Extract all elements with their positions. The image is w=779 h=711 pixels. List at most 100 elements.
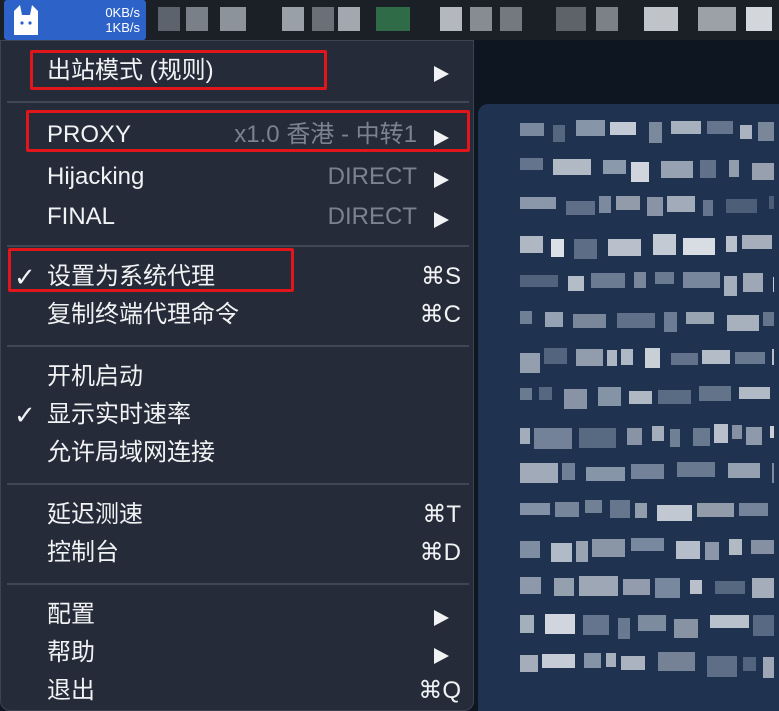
menu-item-quit[interactable]: 退出 ⌘Q: [1, 673, 475, 709]
status-icon[interactable]: [746, 7, 772, 31]
status-icon[interactable]: [282, 7, 304, 31]
submenu-arrow-icon: [434, 172, 449, 188]
checkmark-icon: ✓: [14, 400, 36, 430]
blurred-proxy-name: [603, 160, 626, 174]
highlight-box-outbound-mode: [30, 50, 327, 90]
status-icon[interactable]: [376, 7, 410, 31]
blurred-proxy-name: [645, 348, 660, 368]
blurred-proxy-name: [702, 350, 730, 364]
menu-item-show-speed[interactable]: ✓ 显示实时速率: [1, 397, 475, 433]
blurred-proxy-name: [574, 239, 597, 259]
status-icon[interactable]: [338, 7, 360, 31]
blurred-proxy-name: [769, 196, 774, 209]
status-icon[interactable]: [596, 7, 618, 31]
status-icon[interactable]: [644, 7, 678, 31]
download-speed: 1KB/s: [105, 20, 140, 35]
blurred-proxy-name: [631, 162, 649, 182]
menu-item-latency-test[interactable]: 延迟测速 ⌘T: [1, 497, 475, 533]
blurred-proxy-name: [658, 390, 691, 404]
menu-item-copy-terminal-command[interactable]: 复制终端代理命令 ⌘C: [1, 297, 475, 333]
blurred-proxy-name: [751, 540, 774, 554]
blurred-proxy-name: [520, 541, 540, 558]
blurred-proxy-name: [647, 197, 663, 216]
status-icon[interactable]: [220, 7, 246, 31]
blurred-proxy-name: [699, 386, 731, 401]
menu-item-console[interactable]: 控制台 ⌘D: [1, 535, 475, 571]
blurred-proxy-name: [742, 235, 772, 249]
submenu-arrow-icon: [434, 66, 449, 82]
blurred-proxy-name: [623, 579, 650, 595]
menu-item-launch-at-login[interactable]: 开机启动: [1, 359, 475, 395]
blurred-proxy-name: [520, 428, 530, 444]
blurred-proxy-name: [671, 121, 701, 134]
blurred-proxy-name: [618, 618, 630, 639]
blurred-proxy-name: [664, 312, 677, 332]
menu-item-label: 退出: [47, 677, 95, 704]
blurred-proxy-name: [739, 503, 768, 516]
blurred-proxy-name: [638, 615, 666, 631]
menu-item-allow-lan[interactable]: 允许局域网连接: [1, 435, 475, 471]
menu-item-label: 开机启动: [47, 363, 143, 390]
status-icon[interactable]: [500, 7, 522, 31]
menu-item-help[interactable]: 帮助: [1, 635, 475, 671]
blurred-proxy-name: [608, 239, 641, 256]
blurred-proxy-name: [520, 615, 534, 633]
blurred-proxy-name: [592, 539, 625, 557]
blurred-proxy-name: [621, 349, 633, 365]
status-icon[interactable]: [158, 7, 180, 31]
menu-separator: [7, 345, 469, 347]
menu-separator: [7, 483, 469, 485]
selected-proxy-value: DIRECT: [327, 203, 417, 230]
blurred-proxy-name: [686, 312, 714, 324]
blurred-proxy-name: [584, 653, 601, 668]
blurred-proxy-name: [520, 388, 532, 400]
blurred-proxy-name: [610, 500, 630, 518]
blurred-proxy-name: [585, 500, 602, 513]
status-icon[interactable]: [440, 7, 462, 31]
status-icon[interactable]: [556, 7, 586, 31]
blurred-proxy-name: [649, 122, 662, 143]
blurred-proxy-name: [576, 120, 605, 136]
blurred-proxy-name: [735, 352, 765, 364]
blurred-proxy-name: [667, 196, 695, 212]
blurred-proxy-name: [606, 653, 616, 667]
keyboard-shortcut: ⌘D: [419, 539, 461, 566]
blurred-proxy-name: [772, 463, 774, 483]
menu-item-label: Hijacking: [47, 163, 145, 190]
blurred-proxy-name: [576, 541, 588, 562]
blurred-proxy-name: [674, 619, 698, 638]
blurred-proxy-name: [520, 353, 540, 373]
blurred-proxy-name: [545, 312, 563, 327]
blurred-proxy-name: [551, 543, 572, 562]
status-icon[interactable]: [698, 7, 736, 31]
submenu-arrow-icon: [434, 610, 449, 626]
blurred-proxy-name: [657, 505, 692, 521]
blurred-proxy-name: [655, 578, 680, 598]
menu-item-hijacking[interactable]: Hijacking DIRECT: [1, 159, 475, 195]
blurred-proxy-name: [770, 426, 774, 438]
blurred-proxy-name: [763, 312, 774, 326]
menu-item-label: 复制终端代理命令: [47, 301, 239, 328]
blurred-proxy-name: [700, 160, 716, 178]
blurred-proxy-name: [631, 464, 664, 479]
menu-item-label: FINAL: [47, 203, 116, 230]
menu-item-final[interactable]: FINAL DIRECT: [1, 199, 475, 235]
blurred-proxy-name: [553, 159, 591, 175]
blurred-proxy-name: [773, 277, 774, 292]
menu-item-config[interactable]: 配置: [1, 597, 475, 633]
keyboard-shortcut: ⌘S: [420, 263, 461, 290]
status-icon[interactable]: [312, 7, 334, 31]
blurred-proxy-name: [621, 656, 645, 670]
blurred-proxy-name: [658, 652, 695, 671]
blurred-proxy-name: [732, 425, 742, 439]
upload-speed: 0KB/s: [105, 5, 140, 20]
blurred-proxy-name: [562, 463, 575, 480]
blurred-proxy-name: [579, 428, 616, 448]
blurred-proxy-name: [683, 272, 720, 288]
blurred-proxy-name: [697, 503, 734, 517]
blurred-proxy-name: [690, 580, 702, 594]
menu-bar: 0KB/s 1KB/s: [0, 0, 779, 40]
clashx-status-item[interactable]: 0KB/s 1KB/s: [4, 0, 146, 40]
status-icon[interactable]: [470, 7, 492, 31]
status-icon[interactable]: [186, 7, 208, 31]
